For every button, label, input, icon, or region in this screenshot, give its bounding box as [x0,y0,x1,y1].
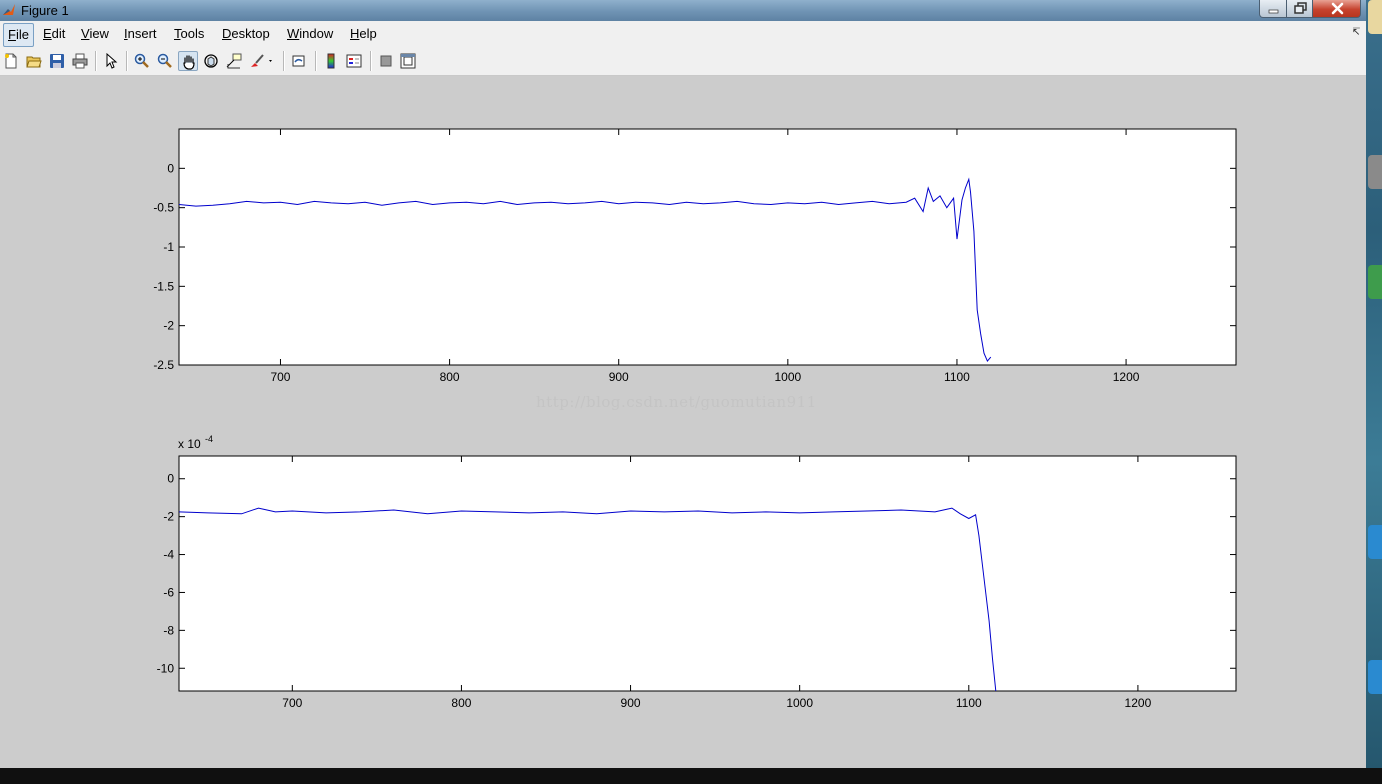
toolbar-separator [283,51,285,71]
plots-svg: 700 800 900 1000 1100 1200 0 -0.5 -1 -1.5 -2 -2.5 70… [153,128,1237,710]
x-tick-label: 800 [451,696,471,710]
menu-file[interactable]: File [3,23,34,47]
brush-button[interactable] [247,51,277,71]
desktop-background [1366,0,1382,768]
y-tick-label: -8 [163,623,174,637]
print-button[interactable] [70,51,90,71]
brush-icon [251,54,272,67]
window-title: Figure 1 [21,3,69,18]
x-tick-label: 900 [609,370,629,384]
open-file-icon [26,56,42,68]
hide-plot-tools-button[interactable] [376,51,396,71]
toolbar-separator [95,51,97,71]
pan-button[interactable] [178,51,198,71]
toolbar-separator [370,51,372,71]
close-button[interactable] [1312,0,1361,18]
zoom-out-icon [157,53,172,68]
y-tick-label: -0.5 [153,201,174,215]
watermark-text: http://blog.csdn.net/guomutian911 [536,393,817,411]
y-tick-label: 0 [167,472,174,486]
show-plot-tools-icon [400,53,416,69]
show-plot-tools-button[interactable] [398,51,418,71]
close-icon [1331,2,1344,15]
menu-desktop[interactable]: Desktop [218,25,274,43]
menu-bar: File Edit View Insert Tools Desktop Wind… [0,21,1366,47]
x-tick-label: 700 [270,370,290,384]
figure-canvas: 700 800 900 1000 1100 1200 0 -0.5 -1 -1.5 -2 -2.5 70… [0,76,1366,768]
x-tick-label: 1000 [774,370,801,384]
dock-arrow-icon[interactable]: ↸ [1352,27,1360,38]
y-tick-label: -4 [163,548,174,562]
desktop-icon-1[interactable] [1368,0,1382,34]
menu-edit[interactable]: Edit [39,25,69,43]
y-tick-label: -6 [163,585,174,599]
save-icon [50,54,64,68]
link-plot-icon [292,55,305,67]
minimize-icon [1268,9,1279,14]
toolbar-separator [315,51,317,71]
colorbar-button[interactable] [321,51,341,71]
y-tick-label: 0 [167,161,174,175]
axes-1[interactable] [178,128,1237,366]
menu-insert[interactable]: Insert [120,25,161,43]
legend-icon [346,54,362,68]
x-tick-label: 900 [621,696,641,710]
desktop-icon-2[interactable] [1368,155,1382,189]
x-tick-label: 1000 [786,696,813,710]
rotate-3d-button[interactable] [201,51,221,71]
menu-help[interactable]: Help [346,25,381,43]
y-tick-label: -2 [163,510,174,524]
restore-icon [1294,2,1307,14]
zoom-in-button[interactable] [132,51,152,71]
menu-window[interactable]: Window [283,25,337,43]
zoom-in-icon [134,53,149,68]
edit-plot-arrow-icon [106,53,118,69]
new-figure-icon [5,53,17,69]
y-tick-label: -1.5 [153,279,174,293]
menu-tools[interactable]: Tools [170,25,208,43]
x-tick-label: 1200 [1125,696,1152,710]
desktop-icon-5[interactable] [1368,660,1382,694]
hide-plot-tools-icon [380,55,392,67]
open-file-button[interactable] [24,51,44,71]
save-button[interactable] [47,51,67,71]
data-cursor-button[interactable] [224,51,244,71]
desktop-icon-3[interactable] [1368,265,1382,299]
title-bar[interactable]: Figure 1 [0,0,1366,21]
toolbar-separator [126,51,128,71]
x-tick-label: 1200 [1113,370,1140,384]
x-tick-label: 700 [282,696,302,710]
taskbar [0,768,1382,784]
matlab-logo-icon [3,4,15,15]
menu-view[interactable]: View [77,25,113,43]
figure-window: Figure 1 File Edit View Insert Tools Des… [0,0,1366,768]
y-tick-label: -1 [163,240,174,254]
colorbar-icon [327,53,335,69]
x-tick-label: 1100 [956,696,982,710]
edit-plot-button[interactable] [101,51,121,71]
y-tick-label: -2 [163,319,174,333]
pan-hand-icon [183,55,195,70]
desktop-icon-4[interactable] [1368,525,1382,559]
axes-2[interactable] [178,455,1237,692]
y-tick-label: -10 [157,661,175,675]
scale-factor-exponent: -4 [205,434,213,444]
figure-toolbar [0,47,1366,76]
y-tick-label: -2.5 [153,358,174,372]
x-tick-label: 1100 [944,370,970,384]
print-icon [72,53,88,69]
x-tick-label: 800 [440,370,460,384]
new-figure-button[interactable] [1,51,21,71]
restore-button[interactable] [1286,0,1313,18]
minimize-button[interactable] [1259,0,1287,18]
zoom-out-button[interactable] [155,51,175,71]
legend-button[interactable] [344,51,364,71]
scale-factor-label: x 10 [178,437,201,451]
rotate-3d-icon [204,54,218,68]
link-plot-button[interactable] [289,51,309,71]
data-cursor-icon [226,53,242,69]
